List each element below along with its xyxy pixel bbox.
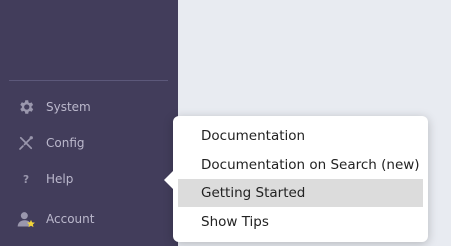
- menu-item-show-tips[interactable]: Show Tips: [178, 208, 423, 236]
- user-star-icon: [16, 209, 36, 229]
- help-menu-popover: Documentation Documentation on Search (n…: [164, 116, 428, 242]
- sidebar-divider: [9, 80, 168, 81]
- sidebar-item-help-label: Help: [46, 172, 74, 186]
- gear-icon: [16, 97, 36, 117]
- sidebar: System Config ? Help Account: [0, 0, 178, 246]
- popover-arrow: [164, 171, 173, 189]
- sidebar-item-help[interactable]: ? Help: [0, 164, 178, 194]
- sidebar-item-account-label: Account: [46, 212, 95, 226]
- sidebar-item-account[interactable]: Account: [0, 204, 178, 234]
- svg-text:?: ?: [23, 174, 29, 186]
- menu-item-documentation[interactable]: Documentation: [178, 122, 423, 150]
- sidebar-item-system[interactable]: System: [0, 92, 178, 122]
- question-icon: ?: [16, 169, 36, 189]
- sidebar-item-config-label: Config: [46, 136, 85, 150]
- sidebar-item-system-label: System: [46, 100, 91, 114]
- tools-icon: [16, 133, 36, 153]
- menu-item-getting-started[interactable]: Getting Started: [178, 179, 423, 207]
- sidebar-item-config[interactable]: Config: [0, 128, 178, 158]
- menu-item-documentation-on-search[interactable]: Documentation on Search (new): [178, 151, 423, 179]
